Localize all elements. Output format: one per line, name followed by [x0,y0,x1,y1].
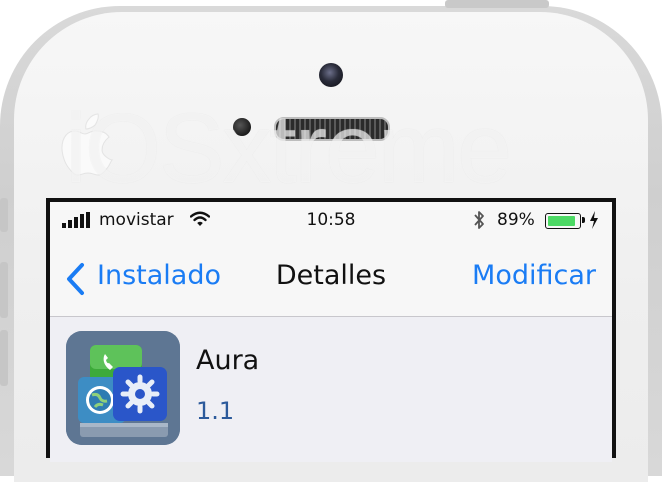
screen: movistar 10:58 89% Instalado Detalles Mo… [50,202,612,462]
battery-icon [545,213,581,229]
battery-level-fill [548,216,575,226]
watermark-text: iOSxtreme [65,93,512,203]
bluetooth-icon [474,211,484,229]
status-bar: movistar 10:58 89% [50,202,612,238]
aura-app-icon[interactable] [66,331,180,445]
power-button [445,0,549,8]
app-name: Aura [196,345,260,376]
app-version: 1.1 [196,397,235,425]
battery-percent: 89% [497,210,535,230]
mute-switch [0,198,8,232]
app-detail-row: Aura 1.1 [50,317,612,462]
front-camera [319,63,343,87]
edit-button[interactable]: Modificar [472,260,596,291]
navigation-bar: Instalado Detalles Modificar [50,238,612,317]
volume-up-button [0,262,8,318]
aura-icon-artwork [66,331,180,445]
charging-icon [590,211,598,229]
volume-down-button [0,330,8,386]
battery-cap [582,217,585,223]
